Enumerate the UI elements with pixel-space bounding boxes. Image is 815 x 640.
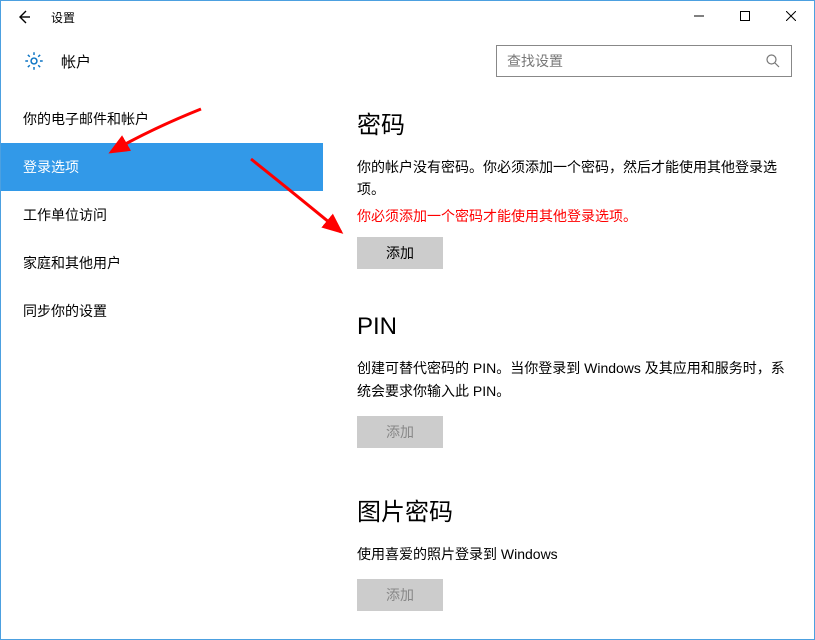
minimize-button[interactable] (676, 1, 722, 31)
maximize-button[interactable] (722, 1, 768, 31)
close-icon (786, 11, 796, 21)
sidebar-item-signin-options[interactable]: 登录选项 (1, 143, 323, 191)
sidebar-item-email-accounts[interactable]: 你的电子邮件和帐户 (1, 95, 323, 143)
close-button[interactable] (768, 1, 814, 31)
sidebar-item-label: 登录选项 (23, 157, 79, 177)
settings-window: 设置 帐户 你的电子邮件和帐户 (0, 0, 815, 640)
sidebar-item-label: 同步你的设置 (23, 301, 107, 321)
section-desc: 使用喜爱的照片登录到 Windows (357, 543, 786, 565)
back-button[interactable] (9, 2, 39, 32)
header-row: 帐户 (1, 33, 814, 89)
add-password-button[interactable]: 添加 (357, 237, 443, 269)
gear-icon (23, 50, 45, 72)
search-icon (765, 53, 781, 69)
section-title: PIN (357, 313, 786, 341)
section-desc: 你的帐户没有密码。你必须添加一个密码，然后才能使用其他登录选项。 (357, 156, 786, 201)
add-pin-button[interactable]: 添加 (357, 416, 443, 448)
sidebar: 你的电子邮件和帐户 登录选项 工作单位访问 家庭和其他用户 同步你的设置 (1, 89, 323, 637)
category-title: 帐户 (61, 51, 91, 72)
sidebar-item-sync-settings[interactable]: 同步你的设置 (1, 287, 323, 335)
add-picture-password-button[interactable]: 添加 (357, 579, 443, 611)
body-row: 你的电子邮件和帐户 登录选项 工作单位访问 家庭和其他用户 同步你的设置 密码 … (1, 89, 814, 637)
sidebar-item-label: 你的电子邮件和帐户 (23, 109, 149, 129)
sidebar-item-label: 家庭和其他用户 (23, 253, 121, 273)
section-warning: 你必须添加一个密码才能使用其他登录选项。 (357, 205, 786, 227)
sidebar-item-label: 工作单位访问 (23, 205, 107, 225)
titlebar: 设置 (1, 1, 814, 33)
window-title: 设置 (51, 9, 75, 26)
content-pane[interactable]: 密码 你的帐户没有密码。你必须添加一个密码，然后才能使用其他登录选项。 你必须添… (323, 89, 814, 637)
maximize-icon (740, 11, 750, 21)
search-wrap (496, 45, 792, 77)
section-desc: 创建可替代密码的 PIN。当你登录到 Windows 及其应用和服务时，系统会要… (357, 357, 786, 402)
section-picture-password: 图片密码 使用喜爱的照片登录到 Windows 添加 (357, 492, 786, 611)
search-input[interactable] (507, 53, 765, 69)
sidebar-item-work-access[interactable]: 工作单位访问 (1, 191, 323, 239)
section-password: 密码 你的帐户没有密码。你必须添加一个密码，然后才能使用其他登录选项。 你必须添… (357, 105, 786, 269)
section-title: 图片密码 (357, 492, 786, 527)
sidebar-item-family-users[interactable]: 家庭和其他用户 (1, 239, 323, 287)
search-box[interactable] (496, 45, 792, 77)
minimize-icon (694, 11, 704, 21)
section-pin: PIN 创建可替代密码的 PIN。当你登录到 Windows 及其应用和服务时，… (357, 313, 786, 448)
window-controls (676, 1, 814, 31)
arrow-left-icon (16, 9, 32, 25)
section-title: 密码 (357, 105, 786, 140)
